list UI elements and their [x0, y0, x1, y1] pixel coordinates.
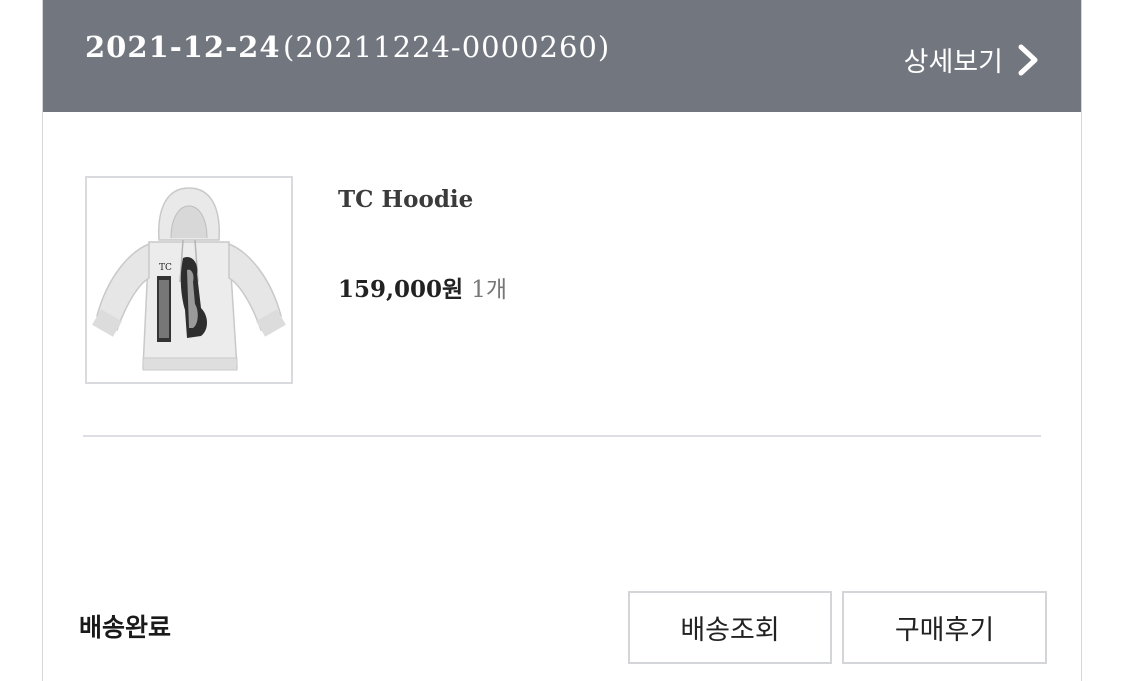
- product-quantity: 1개: [471, 277, 507, 303]
- hoodie-product-icon: TC: [92, 187, 286, 371]
- write-review-button[interactable]: 구매후기: [842, 591, 1047, 664]
- delivery-status: 배송완료: [79, 613, 172, 642]
- view-details-label: 상세보기: [903, 47, 1003, 78]
- order-date: 2021-12-24: [85, 30, 281, 64]
- order-number: (20211224-0000260): [283, 30, 611, 64]
- section-divider: [83, 435, 1041, 437]
- track-delivery-button[interactable]: 배송조회: [628, 591, 832, 664]
- price-line: 159,000원 1개: [338, 270, 507, 304]
- chevron-right-icon: [1018, 44, 1038, 75]
- product-thumbnail[interactable]: TC: [85, 176, 293, 384]
- product-price: 159,000원: [338, 276, 464, 303]
- svg-text:TC: TC: [159, 263, 172, 273]
- product-name[interactable]: TC Hoodie: [338, 186, 473, 213]
- order-header: 2021-12-24 (20211224-0000260) 상세보기: [43, 0, 1081, 112]
- view-details-link[interactable]: 상세보기: [904, 40, 1039, 79]
- order-card: 2021-12-24 (20211224-0000260) 상세보기 TC TC…: [42, 0, 1082, 681]
